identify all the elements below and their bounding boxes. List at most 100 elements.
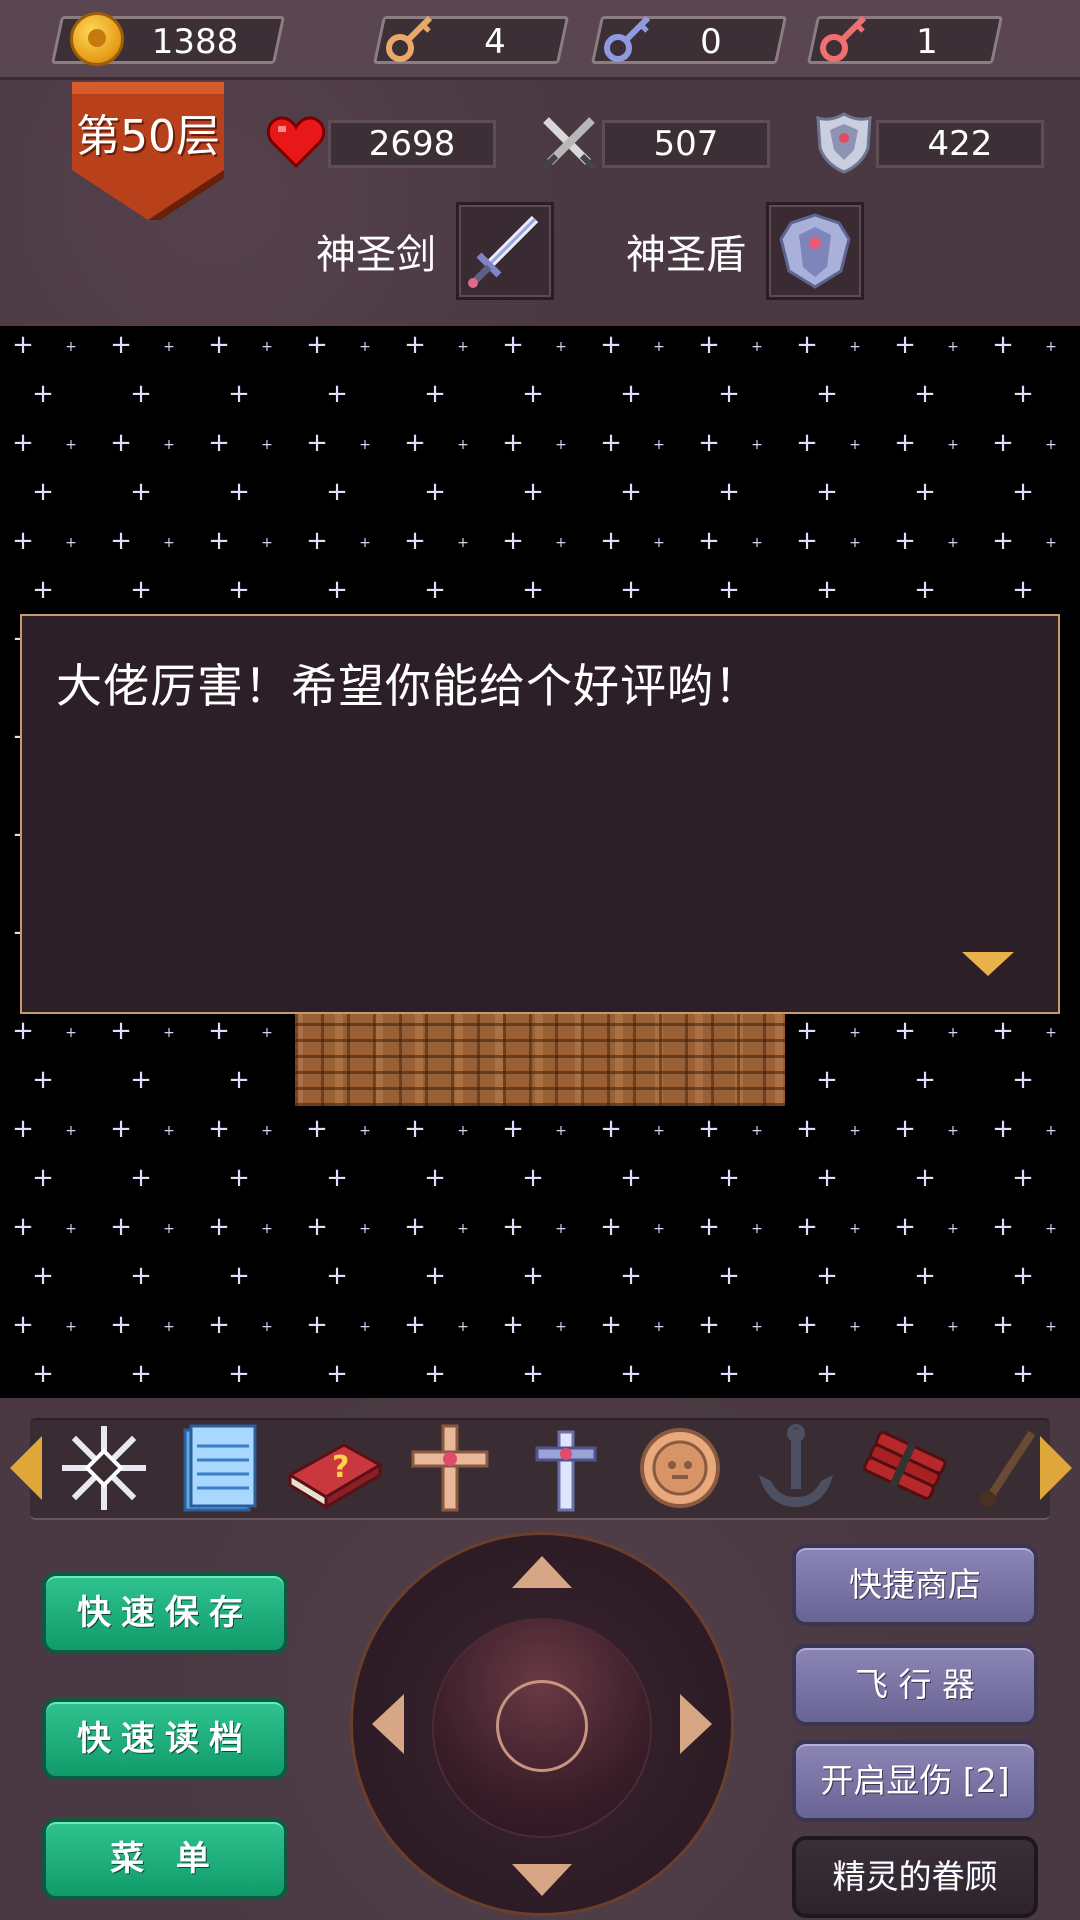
star: + — [600, 1310, 622, 1340]
star: + — [796, 1114, 818, 1144]
fairy-favor-button[interactable]: 精灵的眷顾 — [792, 1836, 1038, 1918]
star: + — [1045, 437, 1057, 453]
yellow-key-count: 4 — [484, 22, 506, 62]
item-slot[interactable] — [518, 1420, 614, 1516]
crossed-swords-icon — [541, 117, 597, 171]
star: + — [502, 1114, 524, 1144]
star: + — [502, 428, 524, 458]
star: + — [457, 1319, 469, 1335]
star: + — [65, 1221, 77, 1237]
star: + — [1045, 1319, 1057, 1335]
shield-name: 神圣盾 — [626, 232, 746, 278]
star: + — [404, 1310, 426, 1340]
star: + — [698, 526, 720, 556]
star: + — [796, 526, 818, 556]
item-slot[interactable]: ? — [284, 1420, 384, 1516]
star: + — [914, 379, 936, 409]
quick-shop-button[interactable]: 快捷商店 — [792, 1544, 1038, 1626]
star: + — [208, 1114, 230, 1144]
shield-slot[interactable] — [766, 202, 864, 300]
star: + — [992, 1212, 1014, 1242]
star: + — [228, 1261, 250, 1291]
star: + — [502, 526, 524, 556]
dpad-right-arrow-icon[interactable] — [680, 1694, 712, 1754]
dpad-center-button[interactable] — [496, 1680, 588, 1772]
star: + — [600, 330, 622, 360]
item-slot[interactable] — [172, 1420, 268, 1516]
star: + — [424, 1359, 446, 1389]
scroll-right-arrow-icon[interactable] — [1040, 1436, 1072, 1500]
show-damage-button[interactable]: 开启显伤 [2] — [792, 1740, 1038, 1822]
quick-load-button[interactable]: 快速读档 — [42, 1698, 288, 1780]
defense-value: 422 — [927, 124, 993, 164]
flyer-button[interactable]: 飞 行 器 — [792, 1644, 1038, 1726]
blue-key-icon — [604, 15, 651, 62]
star: + — [208, 428, 230, 458]
star: + — [326, 1359, 348, 1389]
star: + — [32, 477, 54, 507]
red-key-count: 1 — [916, 22, 938, 62]
dpad-left-arrow-icon[interactable] — [372, 1694, 404, 1754]
star: + — [751, 1221, 763, 1237]
star: + — [359, 535, 371, 551]
star: + — [849, 1221, 861, 1237]
star: + — [992, 1016, 1014, 1046]
item-slot[interactable] — [972, 1420, 1042, 1516]
star: + — [306, 428, 328, 458]
floor-label: 第50层 — [76, 111, 220, 162]
svg-text:?: ? — [332, 1450, 349, 1485]
item-slot[interactable] — [632, 1420, 728, 1516]
gold-coin-icon — [70, 12, 124, 66]
star: + — [163, 1319, 175, 1335]
red-key-icon — [820, 15, 867, 62]
star: + — [65, 1025, 77, 1041]
star: + — [1045, 1221, 1057, 1237]
star: + — [65, 339, 77, 355]
star: + — [110, 526, 132, 556]
star: + — [163, 437, 175, 453]
star: + — [404, 1212, 426, 1242]
next-arrow-icon[interactable] — [962, 952, 1014, 976]
star: + — [130, 1359, 152, 1389]
gold-value: 1388 — [151, 22, 239, 62]
star: + — [306, 1212, 328, 1242]
star: + — [326, 1163, 348, 1193]
dialog-text: 大佬厉害！希望你能给个好评哟！ — [56, 659, 761, 713]
item-slot[interactable] — [402, 1420, 498, 1516]
scroll-left-arrow-icon[interactable] — [10, 1436, 42, 1500]
floor-tile — [295, 1012, 785, 1106]
dialog-box[interactable]: 大佬厉害！希望你能给个好评哟！ — [20, 614, 1060, 1014]
menu-button[interactable]: 菜 单 — [42, 1818, 288, 1900]
star: + — [457, 437, 469, 453]
star: + — [1045, 535, 1057, 551]
star: + — [653, 1221, 665, 1237]
star: + — [1045, 1123, 1057, 1139]
star: + — [947, 1123, 959, 1139]
item-slot[interactable] — [56, 1420, 152, 1516]
item-slot[interactable] — [748, 1420, 844, 1516]
star: + — [751, 1319, 763, 1335]
star: + — [110, 1212, 132, 1242]
star: + — [600, 428, 622, 458]
star: + — [228, 477, 250, 507]
attack-value: 507 — [653, 124, 719, 164]
star: + — [306, 526, 328, 556]
star: + — [457, 1123, 469, 1139]
star: + — [1012, 1163, 1034, 1193]
dpad-up-arrow-icon[interactable] — [512, 1556, 572, 1588]
star: + — [947, 535, 959, 551]
item-slot[interactable] — [858, 1420, 958, 1516]
snowflake-icon — [62, 1426, 146, 1510]
star: + — [32, 1163, 54, 1193]
quick-save-button[interactable]: 快速保存 — [42, 1572, 288, 1654]
star: + — [110, 1016, 132, 1046]
star: + — [653, 437, 665, 453]
star: + — [261, 1025, 273, 1041]
star: + — [620, 477, 642, 507]
star: + — [914, 477, 936, 507]
star: + — [208, 1212, 230, 1242]
dpad-down-arrow-icon[interactable] — [512, 1864, 572, 1896]
weapon-slot[interactable] — [456, 202, 554, 300]
star: + — [228, 1359, 250, 1389]
star: + — [228, 1163, 250, 1193]
